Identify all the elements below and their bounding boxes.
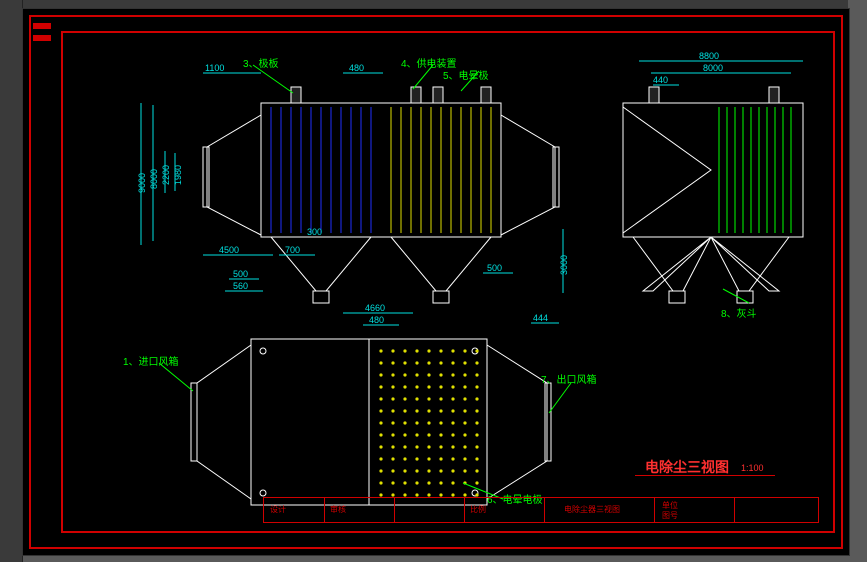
ruler-vertical[interactable] — [0, 0, 23, 562]
dim-480b: 480 — [369, 315, 384, 325]
dim-8000: 8000 — [703, 63, 723, 73]
title-underline — [635, 475, 775, 476]
callout-7: 7、出口风箱 — [541, 371, 597, 386]
dim-444: 444 — [533, 313, 548, 323]
dim-500b: 500 — [487, 263, 502, 273]
drawing-canvas[interactable]: 3、极板 4、供电装置 5、电晕极 1、进口风箱 7、出口风箱 6、电晕电极 8… — [22, 8, 850, 556]
callout-5: 5、电晕极 — [443, 67, 489, 82]
tb-f2: 审核 — [330, 504, 346, 515]
dim-1100: 1100 — [205, 63, 224, 73]
dim-9000: 9000 — [137, 173, 147, 193]
drawing-title: 电除尘三视图 — [645, 457, 729, 477]
dim-4660: 4660 — [365, 303, 385, 313]
callout-3: 3、极板 — [243, 55, 279, 70]
drawing-scale: 1:100 — [741, 463, 764, 473]
callout-8: 8、灰斗 — [721, 305, 757, 320]
tb-f5: 图号 — [662, 510, 678, 521]
title-block: 设计 审核 比例 电除尘器三视图 单位 图号 — [263, 497, 819, 523]
dim-4500: 4500 — [219, 245, 239, 255]
dim-8000v: 8000 — [149, 169, 159, 189]
dim-1980: 1980 — [173, 165, 183, 185]
dim-300: 300 — [307, 227, 322, 237]
dim-560: 560 — [233, 281, 248, 291]
tb-title: 电除尘器三视图 — [564, 504, 620, 515]
dim-500a: 500 — [233, 269, 248, 279]
dim-8800: 8800 — [699, 51, 719, 61]
frame-tick — [33, 23, 51, 29]
dim-2200: 2200 — [161, 165, 171, 185]
sheet-frame-inner: 3、极板 4、供电装置 5、电晕极 1、进口风箱 7、出口风箱 6、电晕电极 8… — [61, 31, 835, 533]
dim-440: 440 — [653, 75, 668, 85]
dim-3000: 3000 — [559, 255, 569, 275]
frame-tick — [33, 35, 51, 41]
callout-1: 1、进口风箱 — [123, 353, 179, 368]
cad-window: 3、极板 4、供电装置 5、电晕极 1、进口风箱 7、出口风箱 6、电晕电极 8… — [0, 0, 867, 562]
tb-f3: 比例 — [470, 504, 486, 515]
dim-700: 700 — [285, 245, 300, 255]
dim-480: 480 — [349, 63, 364, 73]
tb-f1: 设计 — [270, 504, 286, 515]
